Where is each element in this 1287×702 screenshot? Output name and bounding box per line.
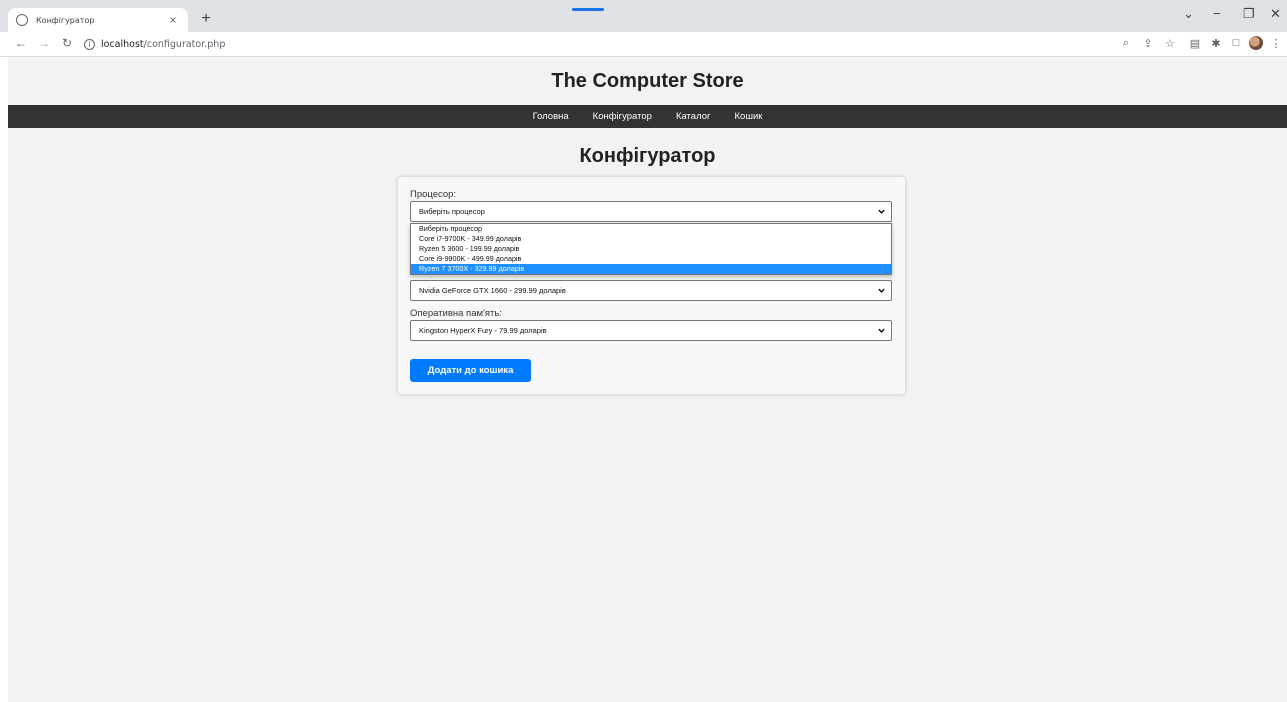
site-title: The Computer Store	[551, 69, 744, 92]
site-nav: Головна Конфігуратор Каталог Кошик	[8, 105, 1287, 128]
chevron-down-icon	[878, 209, 885, 214]
info-icon[interactable]: i	[84, 39, 95, 50]
globe-icon	[16, 14, 28, 26]
star-icon[interactable]: ☆	[1162, 37, 1178, 50]
cpu-label: Процесор:	[410, 189, 457, 200]
browser-tab-strip: Конфігуратор × + ⌄ − ❐ ✕	[0, 0, 1287, 32]
cpu-select[interactable]: Виберіть процесор	[410, 201, 892, 222]
sidebar-icon[interactable]: □	[1228, 37, 1244, 49]
nav-link-cart[interactable]: Кошик	[735, 111, 763, 122]
nav-link-catalog[interactable]: Каталог	[676, 111, 711, 122]
url-host: localhost	[101, 39, 144, 50]
share-icon[interactable]: ⇪	[1140, 37, 1156, 50]
page-title: Конфігуратор	[579, 145, 716, 167]
ram-label: Оперативна пам'ять:	[410, 308, 502, 319]
configurator-form: Процесор: Виберіть процесор Nvidia GeFor…	[398, 177, 905, 394]
reload-icon[interactable]: ↻	[59, 36, 75, 50]
extensions-icon[interactable]: ✱	[1208, 37, 1224, 50]
reading-list-icon[interactable]: ▤	[1187, 37, 1203, 50]
back-icon[interactable]: ←	[13, 36, 29, 50]
chevron-down-icon	[878, 288, 885, 293]
chevron-down-icon	[878, 328, 885, 333]
ram-select-value: Kingston HyperX Fury - 79.99 доларів	[419, 326, 547, 335]
gpu-select[interactable]: Nvidia GeForce GTX 1660 - 299.99 доларів	[410, 280, 892, 301]
tab-search-chevron-icon[interactable]: ⌄	[1183, 6, 1194, 22]
tab-search-indicator	[572, 8, 604, 11]
restore-icon[interactable]: ❐	[1243, 6, 1255, 22]
address-bar[interactable]: i localhost/configurator.php	[84, 36, 284, 53]
minimize-icon[interactable]: −	[1213, 6, 1221, 21]
cpu-option[interactable]: Core i9-9900K - 499.99 доларів	[411, 254, 891, 264]
cpu-option[interactable]: Виберіть процесор	[411, 224, 891, 234]
nav-link-configurator[interactable]: Конфігуратор	[593, 111, 652, 122]
browser-toolbar: ← → ↻ i localhost/configurator.php ⌕ ⇪ ☆…	[0, 32, 1287, 57]
forward-icon[interactable]: →	[36, 36, 52, 50]
gpu-select-value: Nvidia GeForce GTX 1660 - 299.99 доларів	[419, 286, 566, 295]
tab-title: Конфігуратор	[36, 15, 95, 25]
browser-tab[interactable]: Конфігуратор ×	[8, 8, 188, 32]
cpu-select-value: Виберіть процесор	[419, 207, 485, 216]
new-tab-button[interactable]: +	[196, 10, 216, 28]
cpu-option[interactable]: Core i7-9700K - 349.99 доларів	[411, 234, 891, 244]
close-window-icon[interactable]: ✕	[1270, 6, 1281, 22]
cpu-option[interactable]: Ryzen 5 3600 - 199.99 доларів	[411, 244, 891, 254]
profile-icon[interactable]	[1249, 36, 1263, 50]
menu-icon[interactable]: ⋮	[1268, 37, 1284, 50]
cpu-dropdown-list: Виберіть процесор Core i7-9700K - 349.99…	[410, 223, 892, 275]
web-page: The Computer Store Головна Конфігуратор …	[8, 57, 1287, 702]
site-header: The Computer Store	[8, 57, 1287, 105]
zoom-icon[interactable]: ⌕	[1118, 37, 1134, 50]
tab-close-icon[interactable]: ×	[166, 13, 180, 27]
add-to-cart-button[interactable]: Додати до кошика	[410, 359, 531, 382]
ram-select[interactable]: Kingston HyperX Fury - 79.99 доларів	[410, 320, 892, 341]
nav-link-home[interactable]: Головна	[533, 111, 569, 122]
cpu-option[interactable]: Ryzen 7 3700X - 329.99 доларів	[411, 264, 891, 274]
url-path: /configurator.php	[143, 39, 226, 50]
